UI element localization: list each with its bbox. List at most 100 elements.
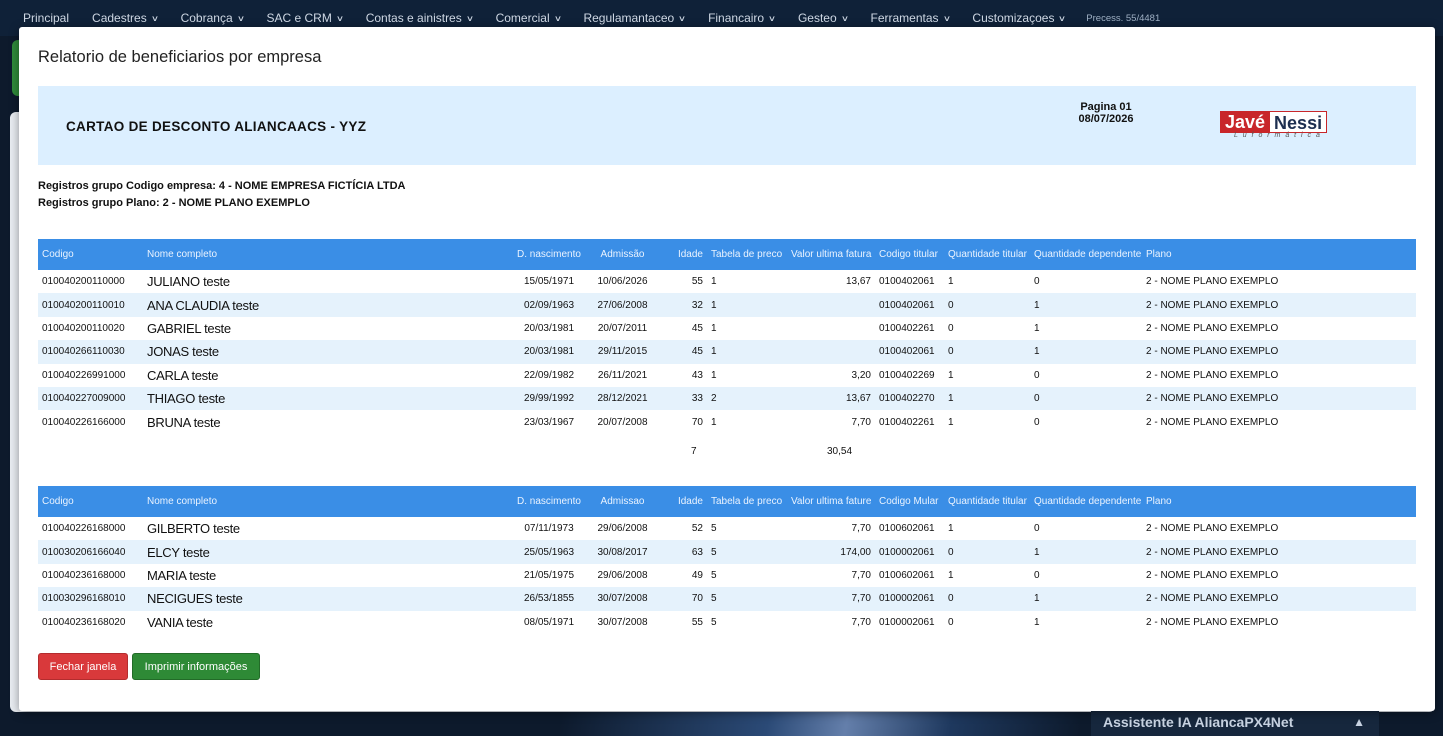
table-row[interactable]: 010040226168000 GILBERTO teste 07/11/1973 2… <box>38 517 1416 540</box>
cell-price-table: 1 <box>711 369 717 381</box>
table-row[interactable]: 010040236168020 VANIA teste 08/05/1971 30/0… <box>38 611 1416 634</box>
cell-holder-code: 0100402061 <box>875 293 944 317</box>
chevron-down-icon: ∨ <box>236 13 245 23</box>
column-header-plan[interactable]: Plano <box>1142 486 1416 517</box>
nav-item-label: Ferramentas <box>870 11 939 25</box>
cell-name: MARIA teste <box>147 567 216 583</box>
column-header-plan[interactable]: Plano <box>1142 239 1416 270</box>
table-row[interactable]: 010040227009000 THIAGO teste 29/99/1992 28/… <box>38 386 1416 411</box>
nav-item-8[interactable]: Gesteo ∨ <box>797 11 849 25</box>
table-row[interactable]: 010030206166040 ELCY teste 25/05/1963 30/08… <box>38 540 1416 564</box>
cell-birth-date: 07/11/1973 <box>524 523 574 535</box>
nav-item-7[interactable]: Financairo ∨ <box>708 11 776 25</box>
cell-last-invoice-value: 7,70 <box>851 616 871 628</box>
column-header-holder-qty[interactable]: Quantidade titular <box>944 239 1030 270</box>
cell-plan: 2 - NOME PLANO EXEMPLO <box>1146 276 1279 288</box>
cell-code: 010040200110000 <box>42 276 125 288</box>
table-row[interactable]: 010030296168010 NECIGUES teste 26/53/1855 3… <box>38 587 1416 611</box>
column-header-birth-date[interactable]: D. nascimento <box>513 239 585 270</box>
nav-item-5[interactable]: Comercial ∨ <box>496 11 562 25</box>
column-header-holder-code[interactable]: Codigo titular <box>875 239 944 270</box>
column-header-name[interactable]: Nome completo <box>143 239 513 270</box>
column-header-age[interactable]: Idade <box>660 239 707 270</box>
cell-holder-code: 0100402061 <box>879 276 935 288</box>
nav-item-label: Gesteo <box>797 11 837 25</box>
chevron-down-icon: ∨ <box>335 13 344 23</box>
column-header-price-table[interactable]: Tabela de preco <box>707 239 787 270</box>
cell-birth-date: 26/53/1855 <box>513 587 585 611</box>
table-row[interactable]: 010040200110020 GABRIEL teste 20/03/1981 20… <box>38 317 1416 340</box>
print-info-button[interactable]: Imprimir informações <box>132 653 260 680</box>
column-header-admission[interactable]: Admissao <box>585 486 660 517</box>
cell-price-table: 2 <box>707 386 787 411</box>
chevron-up-icon[interactable]: ▲ <box>1353 715 1365 729</box>
column-header-dependent-qty[interactable]: Quantidade dependente <box>1030 486 1142 517</box>
chevron-down-icon: ∨ <box>553 13 562 23</box>
cell-dependent-qty: 0 <box>1034 276 1040 288</box>
nav-item-9[interactable]: Ferramentas ∨ <box>870 11 951 25</box>
cell-age: 63 <box>660 540 707 564</box>
total-count: 7 <box>691 446 697 457</box>
table-row[interactable]: 010040226166000 BRUNA teste 23/03/1967 20/0… <box>38 410 1416 433</box>
cell-holder-code: 0100602061 <box>879 569 935 581</box>
nav-item-2[interactable]: Cobrança ∨ <box>181 11 245 25</box>
nav-item-1[interactable]: Cadestres ∨ <box>92 11 159 25</box>
table-row[interactable]: 010040266110030 JONAS teste 20/03/1981 29/1… <box>38 340 1416 364</box>
cell-plan: 2 - NOME PLANO EXEMPLO <box>1146 616 1279 628</box>
report-header: CARTAO DE DESCONTO ALIANCAACS - YYZ Pagi… <box>38 86 1416 165</box>
cell-admission: 30/07/2008 <box>585 587 660 611</box>
cell-admission: 28/12/2021 <box>585 386 660 411</box>
cell-last-invoice-value: 7,70 <box>851 523 871 535</box>
cell-admission: 27/06/2008 <box>585 293 660 317</box>
column-header-admission[interactable]: Admissão <box>585 239 660 270</box>
nav-item-0[interactable]: Principal <box>23 11 69 25</box>
cell-dependent-qty: 0 <box>1034 416 1040 428</box>
nav-item-3[interactable]: SAC e CRM ∨ <box>266 11 344 25</box>
cell-last-invoice-value: 13,67 <box>787 386 875 411</box>
close-window-button[interactable]: Fechar janela <box>38 653 128 680</box>
cell-dependent-qty: 1 <box>1030 587 1142 611</box>
nav-item-10[interactable]: Customizaçoes ∨ <box>972 11 1066 25</box>
column-header-last-invoice-value[interactable]: Valor ultima fatura <box>787 239 875 270</box>
cell-price-table: 5 <box>707 587 787 611</box>
cell-age: 70 <box>691 416 703 428</box>
column-header-dependent-qty[interactable]: Quantidade dependente <box>1030 239 1142 270</box>
beneficiaries-table-2: Codigo Nome completo D. nascimento Admissao… <box>38 486 1416 634</box>
cell-plan: 2 - NOME PLANO EXEMPLO <box>1142 293 1416 317</box>
cell-last-invoice-value <box>787 317 875 340</box>
table-row[interactable]: 010040226991000 CARLA teste 22/09/1982 26/1… <box>38 364 1416 387</box>
column-header-price-table[interactable]: Tabela de preco <box>707 486 787 517</box>
process-indicator: Precess. 55/4481 <box>1086 12 1161 24</box>
chevron-down-icon: ∨ <box>678 13 687 23</box>
cell-code: 010040227009000 <box>38 386 143 411</box>
cell-code: 010040236168020 <box>42 616 126 628</box>
cell-holder-qty: 1 <box>944 386 1030 411</box>
column-header-age[interactable]: Idade <box>660 486 707 517</box>
column-header-name[interactable]: Nome completo <box>143 486 513 517</box>
column-header-holder-qty[interactable]: Quantidade titular <box>944 486 1030 517</box>
total-value: 30,54 <box>827 446 853 457</box>
table-row[interactable]: 010040200110010 ANA CLAUDIA teste 02/09/19… <box>38 293 1416 317</box>
nav-item-4[interactable]: Contas e ainistres ∨ <box>366 11 474 25</box>
cell-age: 33 <box>660 386 707 411</box>
cell-last-invoice-value: 7,70 <box>851 569 871 581</box>
column-header-birth-date[interactable]: D. nascimento <box>513 486 585 517</box>
table-row[interactable]: 010040200110000 JULIANO teste 15/05/1971 10… <box>38 270 1416 293</box>
nav-item-6[interactable]: Regulamantaceo ∨ <box>583 11 687 25</box>
assistant-bar[interactable]: Assistente IA AliancaPX4Net ▲ <box>1091 708 1379 736</box>
cell-name: JULIANO teste <box>147 274 230 290</box>
column-header-code[interactable]: Codigo <box>38 239 143 270</box>
column-header-holder-code[interactable]: Codigo Mular <box>875 486 944 517</box>
logo-subtext: L u f o r m á t i c a <box>1234 132 1322 139</box>
table-row[interactable]: 010040236168000 MARIA teste 21/05/1975 29/0… <box>38 564 1416 587</box>
column-header-last-invoice-value[interactable]: Valor ultima fature <box>787 486 875 517</box>
cell-birth-date: 22/09/1982 <box>523 369 575 381</box>
cell-name: ELCY teste <box>143 540 513 564</box>
cell-holder-code: 0100002061 <box>875 540 944 564</box>
chevron-down-icon: ∨ <box>942 13 951 23</box>
cell-birth-date: 08/05/1971 <box>523 616 575 628</box>
cell-name: VANIA teste <box>147 614 213 630</box>
cell-admission: 10/06/2026 <box>597 276 648 288</box>
cell-plan: 2 - NOME PLANO EXEMPLO <box>1142 340 1416 364</box>
column-header-code[interactable]: Codigo <box>38 486 143 517</box>
